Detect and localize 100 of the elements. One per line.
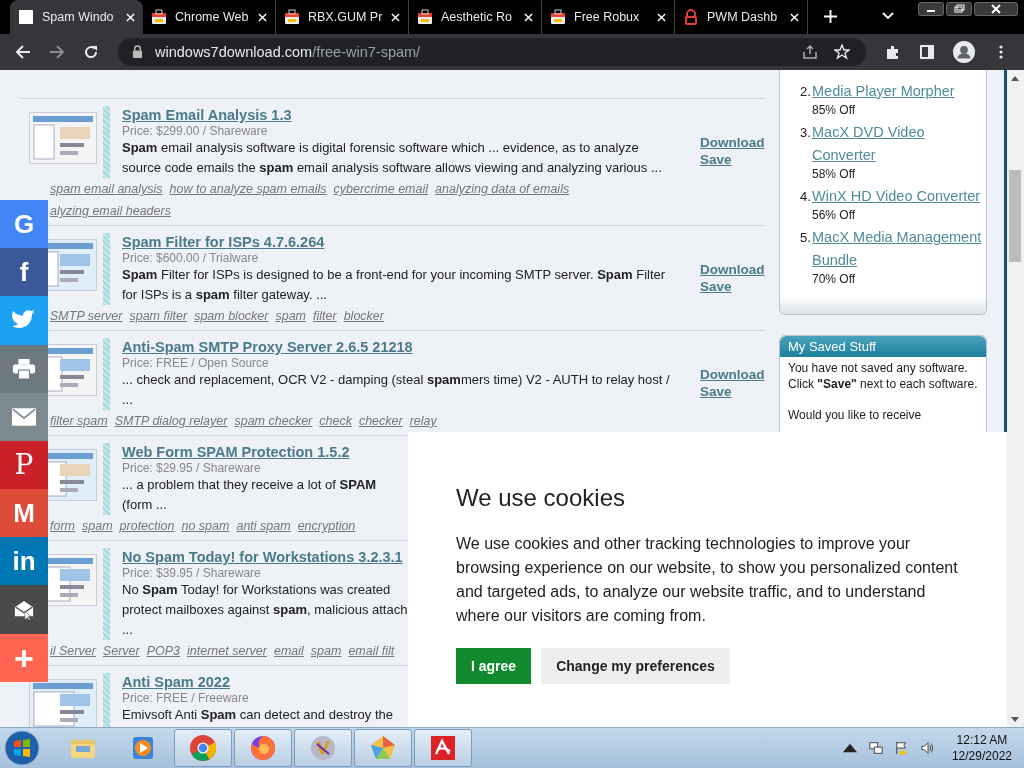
deal-link[interactable]: WinX HD Video Converter	[812, 184, 981, 208]
panel-text: You have not saved any software. Click "Save" next to each software.	[787, 359, 979, 393]
deal-link[interactable]: Media Player Morpher	[812, 79, 955, 103]
address-bar[interactable]: windows7download.com/free-win7-spam/	[118, 37, 866, 66]
tag-link[interactable]: spam	[275, 305, 307, 326]
save-link[interactable]: Save	[700, 382, 732, 400]
scroll-thumb[interactable]	[1009, 169, 1021, 262]
preferences-button[interactable]: Change my preferences	[541, 647, 730, 684]
sidebar-icon[interactable]	[919, 43, 935, 60]
tag-link[interactable]: Server	[102, 640, 140, 661]
tag-link[interactable]: email	[273, 640, 304, 661]
software-title-link[interactable]: Spam Email Analysis 1.3	[122, 105, 292, 124]
start-button[interactable]	[4, 730, 40, 767]
software-title-link[interactable]: Anti-Spam SMTP Proxy Server 2.6.5 21218	[122, 337, 413, 356]
mailer-share-button[interactable]	[0, 585, 48, 634]
tag-link[interactable]: alyzing email headers	[50, 200, 171, 221]
back-icon[interactable]	[15, 43, 31, 60]
description-line: No Spam Today! for Workstations was created	[122, 580, 391, 599]
google-share-button[interactable]: G	[0, 199, 48, 249]
tag-link[interactable]: how to analyze spam emails	[169, 178, 327, 199]
taskbar-app[interactable]	[414, 729, 472, 768]
taskbar-app[interactable]	[174, 729, 232, 768]
tag-link[interactable]: POP3	[146, 640, 181, 661]
tag-link[interactable]: analyzing data of emails	[435, 178, 570, 199]
browser-tab[interactable]: Spam Windo	[10, 0, 143, 34]
email-share-button[interactable]	[0, 392, 48, 441]
download-link[interactable]: Download	[700, 133, 765, 151]
software-title-link[interactable]: Spam Filter for ISPs 4.7.6.264	[122, 232, 325, 251]
dialog-text: We use cookies and other tracking technologies to improve your browsing experience on our website, to show you personalized content and targeted ads, to analyze our website traffic, and to understand where our visitors are coming from.	[456, 533, 959, 626]
restore-icon[interactable]	[946, 2, 972, 16]
taskbar-app[interactable]	[354, 729, 412, 768]
tag-link[interactable]: form	[50, 515, 75, 536]
scrollbar[interactable]	[1004, 69, 1024, 728]
list-number: 5.	[800, 228, 812, 247]
save-link[interactable]: Save	[700, 150, 732, 168]
tag-link[interactable]: filter spam	[50, 410, 108, 431]
minimize-icon[interactable]	[918, 2, 944, 16]
facebook-share-button[interactable]: f	[0, 248, 48, 297]
tag-link[interactable]: spam filter	[129, 305, 188, 326]
flag-icon[interactable]	[894, 741, 909, 756]
chevron-icon[interactable]	[882, 12, 894, 20]
tag-link[interactable]: spam	[310, 640, 342, 661]
tag-link[interactable]: internet server	[187, 640, 267, 661]
download-link[interactable]: Download	[700, 260, 765, 278]
pinterest-share-button[interactable]: P	[0, 440, 48, 490]
description-line: ...	[122, 620, 133, 639]
reload-icon[interactable]	[83, 43, 99, 60]
tag-link[interactable]: spam blocker	[194, 305, 269, 326]
tag-link[interactable]: spam email analysis	[50, 178, 163, 199]
tag-link[interactable]: filter	[313, 305, 337, 326]
discount-text: 56% Off	[811, 207, 857, 222]
scroll-down-icon[interactable]	[1011, 716, 1019, 722]
tag-link[interactable]: il Server	[50, 640, 96, 661]
panel-text: Would you like to receive	[787, 406, 923, 424]
star-icon[interactable]	[834, 43, 850, 60]
print-share-button[interactable]	[0, 344, 48, 393]
tag-link[interactable]: relay	[409, 410, 437, 431]
tag-link[interactable]: SMTP server	[50, 305, 123, 326]
more-share-button[interactable]: +	[0, 633, 48, 682]
avatar-icon[interactable]	[953, 40, 975, 63]
software-title-link[interactable]: Anti Spam 2022	[122, 672, 230, 691]
printer-icon	[12, 358, 36, 379]
tag-link[interactable]: email filt	[348, 640, 395, 661]
tag-link[interactable]: anti spam	[236, 515, 291, 536]
tag-link[interactable]: no spam	[181, 515, 230, 536]
puzzle-icon[interactable]	[885, 43, 901, 60]
description-line: ... a problem that they receive a lot of SPAM	[122, 475, 377, 494]
taskbar-app[interactable]	[234, 729, 292, 768]
tag-link[interactable]: cybercrime email	[333, 178, 429, 199]
clock-date[interactable]: 12/29/2022	[951, 748, 1012, 765]
save-link[interactable]: Save	[700, 277, 732, 295]
software-title-link[interactable]: Web Form SPAM Protection 1.5.2	[122, 442, 350, 461]
description-line: Emivsoft Anti Spam can detect and destroy the	[122, 705, 393, 724]
app-icon	[309, 734, 337, 763]
tag-link[interactable]: encryption	[297, 515, 356, 536]
tag-link[interactable]: SMTP dialog relayer	[114, 410, 228, 431]
agree-button[interactable]: I agree	[456, 647, 532, 684]
twitter-share-button[interactable]	[0, 296, 48, 345]
close-icon[interactable]	[974, 2, 1018, 16]
new-tab-icon[interactable]	[824, 10, 837, 23]
download-link[interactable]: Download	[700, 365, 765, 383]
description-line: (form ...	[122, 495, 167, 514]
tag-link[interactable]: spam checker	[234, 410, 313, 431]
network-icon[interactable]	[868, 741, 883, 756]
gmail-share-button[interactable]: M	[0, 489, 48, 538]
linkedin-share-button[interactable]: in	[0, 537, 48, 586]
deal-link[interactable]: MacX DVD Video Converter	[812, 120, 986, 167]
scroll-up-icon[interactable]	[1011, 75, 1019, 81]
tag-link[interactable]: check	[319, 410, 352, 431]
tag-link[interactable]: protection	[119, 515, 175, 536]
deal-link[interactable]: MacX Media Management Bundle	[812, 225, 986, 272]
share-icon[interactable]	[802, 43, 818, 60]
forward-icon[interactable]	[49, 43, 65, 60]
speaker-icon[interactable]	[920, 741, 935, 756]
tag-link[interactable]: blocker	[343, 305, 384, 326]
software-title-link[interactable]: No Spam Today! for Workstations 3.2.3.1	[122, 547, 403, 566]
envelope-icon	[12, 406, 36, 427]
tag-link[interactable]: spam	[82, 515, 113, 536]
tag-link[interactable]: checker	[358, 410, 403, 431]
clock-time[interactable]: 12:12 AM	[956, 732, 1008, 749]
